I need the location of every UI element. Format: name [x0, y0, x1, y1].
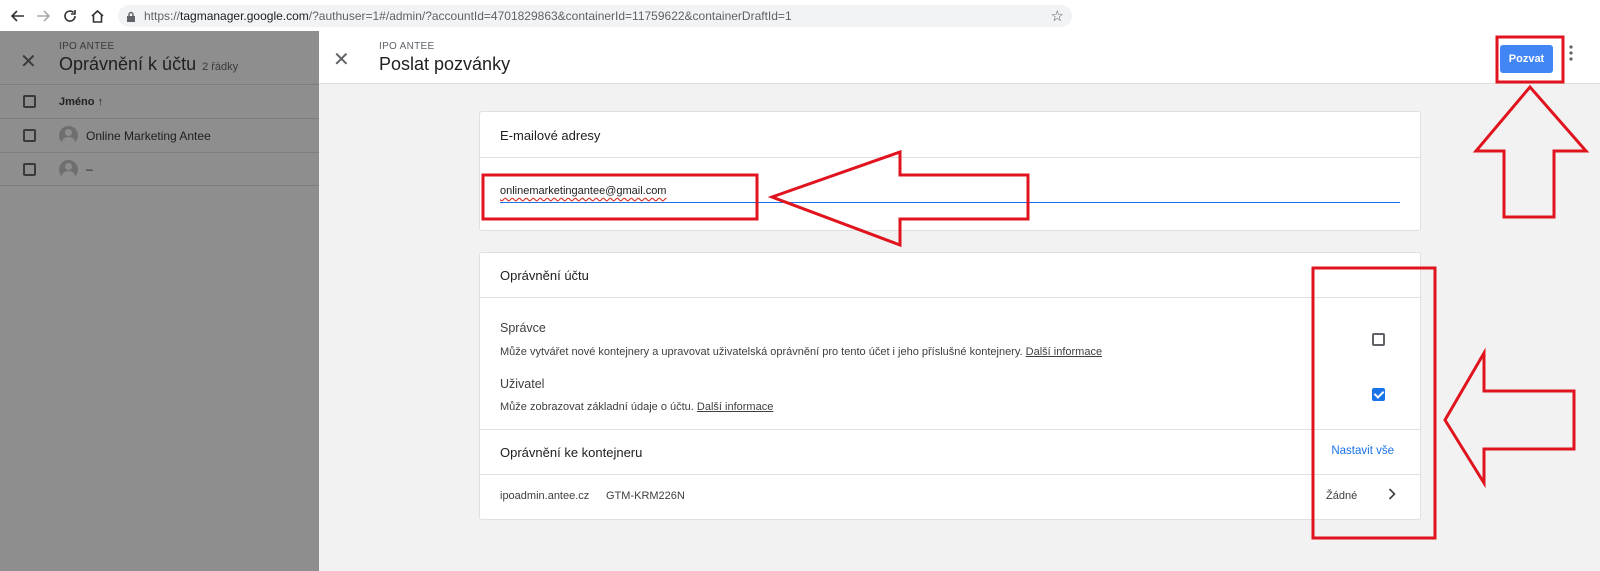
role-user-description: Může zobrazovat základní údaje o účtu. D…	[500, 401, 774, 413]
role-admin-description: Může vytvářet nové kontejnery a upravova…	[500, 346, 1103, 358]
role-admin-label: Správce	[500, 321, 546, 335]
set-all-link[interactable]: Nastavit vše	[1331, 445, 1394, 457]
row-count: 2 řádky	[202, 61, 239, 73]
reload-icon[interactable]	[58, 4, 82, 28]
email-card-title: E-mailové adresy	[500, 128, 601, 143]
user-name: –	[86, 162, 93, 176]
row-checkbox[interactable]	[23, 129, 36, 142]
container-domain: ipoadmin.antee.cz	[500, 490, 590, 502]
learn-more-link[interactable]: Další informace	[1026, 346, 1102, 358]
page-title: Poslat pozvánky	[379, 54, 511, 74]
table-header-row: Jméno ↑	[0, 84, 319, 118]
divider	[480, 297, 1420, 298]
email-card: E-mailové adresy onlinemarketingantee@gm…	[479, 111, 1421, 231]
chevron-right-icon[interactable]	[1388, 487, 1396, 503]
left-panel-header: ✕ IPO ANTEE Oprávnění k účtu 2 řádky	[0, 31, 319, 84]
permissions-card-title: Oprávnění účtu	[500, 268, 589, 283]
table-row[interactable]: Online Marketing Antee	[0, 118, 319, 152]
close-icon[interactable]: ✕	[20, 49, 37, 74]
close-icon[interactable]: ✕	[333, 47, 350, 72]
email-input-underline	[500, 202, 1400, 203]
table-row[interactable]: –	[0, 152, 319, 186]
row-checkbox[interactable]	[23, 162, 36, 176]
permissions-card: Oprávnění účtu Správce Může vytvářet nov…	[479, 252, 1421, 520]
forward-icon[interactable]	[31, 4, 55, 28]
account-name: IPO ANTEE	[59, 41, 115, 52]
back-icon[interactable]	[6, 4, 30, 28]
lock-icon	[126, 10, 136, 22]
browser-toolbar: https://tagmanager.google.com/?authuser=…	[0, 0, 1072, 31]
container-permissions-title: Oprávnění ke kontejneru	[500, 445, 643, 460]
user-name: Online Marketing Antee	[86, 128, 211, 143]
account-name: IPO ANTEE	[379, 41, 435, 52]
send-invitations-panel: ✕ IPO ANTEE Poslat pozvánky Pozvat E-mai…	[319, 31, 1600, 571]
select-all-checkbox[interactable]	[23, 95, 36, 108]
address-bar[interactable]: https://tagmanager.google.com/?authuser=…	[118, 5, 1072, 27]
right-panel-header: ✕ IPO ANTEE Poslat pozvánky Pozvat	[319, 31, 1600, 84]
arrow-up-icon: ↑	[97, 95, 104, 108]
admin-checkbox[interactable]	[1372, 333, 1385, 346]
user-checkbox[interactable]	[1372, 388, 1385, 401]
avatar	[59, 126, 78, 145]
screen: https://tagmanager.google.com/?authuser=…	[0, 0, 1600, 571]
page-title: Oprávnění k účtu 2 řádky	[59, 54, 239, 74]
container-permission-value[interactable]: Žádné	[1326, 490, 1357, 502]
column-header-name[interactable]: Jméno ↑	[59, 96, 103, 108]
avatar	[59, 159, 78, 179]
bookmark-star-icon[interactable]: ☆	[1051, 7, 1064, 25]
divider	[480, 157, 1420, 158]
home-icon[interactable]	[85, 4, 109, 28]
learn-more-link[interactable]: Další informace	[697, 401, 773, 413]
account-permissions-panel: ✕ IPO ANTEE Oprávnění k účtu 2 řádky Jmén…	[0, 31, 319, 571]
email-input[interactable]: onlinemarketingantee@gmail.com	[500, 185, 666, 197]
role-user-label: Uživatel	[500, 377, 545, 391]
more-vert-icon[interactable]	[1569, 45, 1573, 65]
invite-button[interactable]: Pozvat	[1500, 45, 1553, 73]
divider	[480, 429, 1420, 430]
url-text: https://tagmanager.google.com/?authuser=…	[144, 9, 792, 23]
container-id: GTM-KRM226N	[606, 490, 685, 502]
divider	[480, 474, 1420, 475]
